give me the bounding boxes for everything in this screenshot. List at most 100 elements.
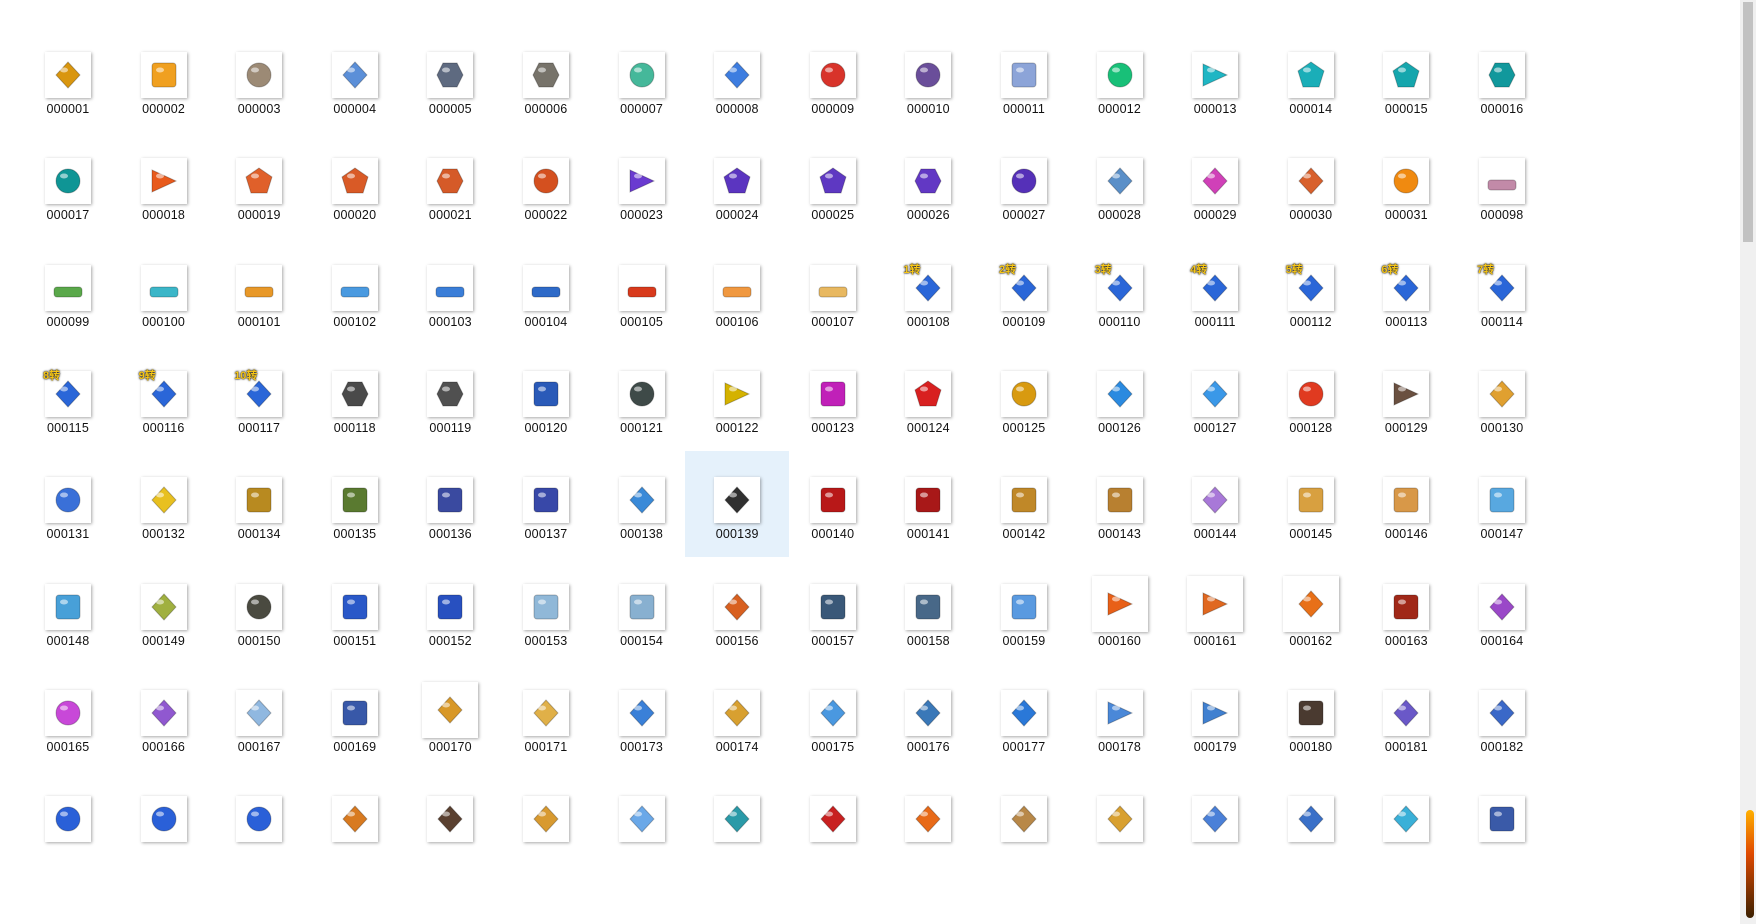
file-thumbnail[interactable]: 000005: [398, 50, 502, 168]
file-thumbnail[interactable]: [207, 794, 311, 912]
file-thumbnail[interactable]: 8转 000115: [16, 369, 120, 487]
file-thumbnail[interactable]: 000141: [876, 475, 980, 593]
file-thumbnail[interactable]: 000030: [1259, 156, 1363, 274]
file-thumbnail[interactable]: [972, 794, 1076, 912]
file-thumbnail[interactable]: 000025: [781, 156, 885, 274]
file-thumbnail[interactable]: 000027: [972, 156, 1076, 274]
file-thumbnail[interactable]: 000160: [1068, 575, 1172, 700]
vertical-scrollbar[interactable]: [1740, 0, 1756, 924]
file-thumbnail[interactable]: 000019: [207, 156, 311, 274]
file-thumbnail[interactable]: 000131: [16, 475, 120, 593]
file-thumbnail[interactable]: 000123: [781, 369, 885, 487]
file-thumbnail[interactable]: 000107: [781, 263, 885, 381]
file-thumbnail[interactable]: 000134: [207, 475, 311, 593]
file-thumbnail[interactable]: 000176: [876, 688, 980, 806]
file-thumbnail[interactable]: 000166: [112, 688, 216, 806]
file-thumbnail[interactable]: 000149: [112, 582, 216, 700]
file-thumbnail[interactable]: 000153: [494, 582, 598, 700]
file-thumbnail[interactable]: 000103: [398, 263, 502, 381]
file-thumbnail[interactable]: 000139: [685, 451, 790, 558]
file-thumbnail[interactable]: 000013: [1163, 50, 1267, 168]
file-thumbnail[interactable]: 000178: [1068, 688, 1172, 806]
file-thumbnail[interactable]: 000003: [207, 50, 311, 168]
file-thumbnail[interactable]: 000140: [781, 475, 885, 593]
file-thumbnail[interactable]: 000119: [398, 369, 502, 487]
file-thumbnail[interactable]: 000021: [398, 156, 502, 274]
file-thumbnail[interactable]: 000161: [1163, 575, 1267, 700]
file-thumbnail[interactable]: 000159: [972, 582, 1076, 700]
file-thumbnail[interactable]: 000157: [781, 582, 885, 700]
file-thumbnail[interactable]: 000023: [590, 156, 694, 274]
file-thumbnail[interactable]: 000175: [781, 688, 885, 806]
file-thumbnail[interactable]: 000156: [685, 582, 789, 700]
file-thumbnail[interactable]: 000163: [1354, 582, 1458, 700]
file-thumbnail[interactable]: 000098: [1450, 156, 1554, 274]
file-thumbnail[interactable]: 000104: [494, 263, 598, 381]
file-thumbnail[interactable]: 000148: [16, 582, 120, 700]
file-thumbnail[interactable]: [494, 794, 598, 912]
file-thumbnail[interactable]: [303, 794, 407, 912]
file-thumbnail[interactable]: 000132: [112, 475, 216, 593]
file-thumbnail[interactable]: 000173: [590, 688, 694, 806]
file-thumbnail[interactable]: [685, 794, 789, 912]
file-thumbnail[interactable]: 000017: [16, 156, 120, 274]
file-thumbnail[interactable]: 000182: [1450, 688, 1554, 806]
file-thumbnail[interactable]: [1354, 794, 1458, 912]
file-thumbnail[interactable]: 000130: [1450, 369, 1554, 487]
file-thumbnail[interactable]: 000004: [303, 50, 407, 168]
file-thumbnail[interactable]: [1259, 794, 1363, 912]
file-thumbnail[interactable]: 000167: [207, 688, 311, 806]
file-thumbnail[interactable]: 000147: [1450, 475, 1554, 593]
file-thumbnail[interactable]: 000138: [590, 475, 694, 593]
file-thumbnail[interactable]: [1068, 794, 1172, 912]
file-thumbnail[interactable]: 000120: [494, 369, 598, 487]
file-thumbnail[interactable]: 000121: [590, 369, 694, 487]
file-thumbnail[interactable]: 000142: [972, 475, 1076, 593]
file-thumbnail[interactable]: [781, 794, 885, 912]
file-thumbnail[interactable]: 000001: [16, 50, 120, 168]
file-thumbnail[interactable]: 000010: [876, 50, 980, 168]
file-thumbnail[interactable]: 000105: [590, 263, 694, 381]
file-thumbnail[interactable]: 000012: [1068, 50, 1172, 168]
file-thumbnail[interactable]: 000009: [781, 50, 885, 168]
file-thumbnail[interactable]: 000171: [494, 688, 598, 806]
file-thumbnail[interactable]: 000024: [685, 156, 789, 274]
file-thumbnail[interactable]: 9转 000116: [112, 369, 216, 487]
file-thumbnail[interactable]: 000137: [494, 475, 598, 593]
file-thumbnail[interactable]: 000170: [398, 681, 502, 806]
file-thumbnail[interactable]: 000101: [207, 263, 311, 381]
file-thumbnail[interactable]: 000150: [207, 582, 311, 700]
file-thumbnail[interactable]: 000015: [1354, 50, 1458, 168]
file-thumbnail[interactable]: [16, 794, 120, 912]
file-thumbnail[interactable]: 000020: [303, 156, 407, 274]
file-thumbnail[interactable]: 000177: [972, 688, 1076, 806]
file-thumbnail[interactable]: 000151: [303, 582, 407, 700]
file-thumbnail[interactable]: 000181: [1354, 688, 1458, 806]
file-thumbnail[interactable]: 000022: [494, 156, 598, 274]
file-thumbnail[interactable]: [1450, 794, 1554, 912]
file-thumbnail[interactable]: 000028: [1068, 156, 1172, 274]
file-thumbnail[interactable]: 000011: [972, 50, 1076, 168]
file-thumbnail[interactable]: 000029: [1163, 156, 1267, 274]
file-thumbnail[interactable]: 3转 000110: [1068, 263, 1172, 381]
file-thumbnail[interactable]: 000014: [1259, 50, 1363, 168]
file-thumbnail[interactable]: [398, 794, 502, 912]
file-thumbnail[interactable]: 000128: [1259, 369, 1363, 487]
file-thumbnail[interactable]: 7转 000114: [1450, 263, 1554, 381]
file-thumbnail[interactable]: 5转 000112: [1259, 263, 1363, 381]
file-thumbnail[interactable]: 000100: [112, 263, 216, 381]
file-thumbnail[interactable]: 000008: [685, 50, 789, 168]
file-thumbnail[interactable]: 000125: [972, 369, 1076, 487]
file-thumbnail[interactable]: 6转 000113: [1354, 263, 1458, 381]
file-thumbnail[interactable]: 2转 000109: [972, 263, 1076, 381]
file-thumbnail[interactable]: 000158: [876, 582, 980, 700]
file-thumbnail[interactable]: 000002: [112, 50, 216, 168]
file-thumbnail[interactable]: 000180: [1259, 688, 1363, 806]
file-thumbnail[interactable]: 10转 000117: [207, 369, 311, 487]
file-thumbnail[interactable]: 000026: [876, 156, 980, 274]
file-thumbnail[interactable]: 1转 000108: [876, 263, 980, 381]
file-thumbnail[interactable]: [112, 794, 216, 912]
file-thumbnail[interactable]: 000164: [1450, 582, 1554, 700]
file-thumbnail[interactable]: 000016: [1450, 50, 1554, 168]
file-thumbnail[interactable]: 000007: [590, 50, 694, 168]
